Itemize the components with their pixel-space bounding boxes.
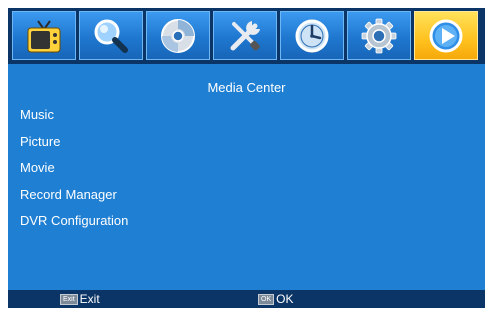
exit-key-icon: Exit [60, 293, 78, 305]
bottom-bar: Exit Exit OK OK [8, 290, 485, 308]
tile-settings[interactable] [347, 11, 411, 60]
exit-hint[interactable]: Exit Exit [60, 292, 100, 306]
icon-bar [8, 8, 485, 64]
gear-icon [361, 18, 397, 53]
tile-tools[interactable] [213, 11, 277, 60]
play-icon [429, 19, 463, 52]
ok-hint[interactable]: OK OK [258, 292, 293, 306]
menu-item-picture[interactable]: Picture [20, 134, 475, 161]
ok-label: OK [276, 292, 294, 306]
media-menu: Music Picture Movie Record Manager DVR C… [20, 107, 475, 240]
disc-icon [161, 18, 195, 53]
tile-media-center[interactable] [414, 11, 478, 60]
tile-tv[interactable] [12, 11, 76, 60]
exit-label: Exit [79, 292, 100, 306]
tv-icon [27, 19, 61, 52]
ok-key-icon: OK [258, 293, 275, 305]
menu-item-record-manager[interactable]: Record Manager [20, 187, 475, 214]
search-icon [94, 19, 128, 53]
media-center-screen: Media Center Music Picture Movie Record … [8, 8, 485, 308]
menu-item-dvr-configuration[interactable]: DVR Configuration [20, 213, 475, 240]
menu-item-movie[interactable]: Movie [20, 160, 475, 187]
clock-icon [295, 19, 329, 52]
tile-search[interactable] [79, 11, 143, 60]
tools-icon [230, 20, 260, 51]
tile-disc[interactable] [146, 11, 210, 60]
tile-clock[interactable] [280, 11, 344, 60]
menu-item-music[interactable]: Music [20, 107, 475, 134]
page-title: Media Center [207, 80, 286, 95]
